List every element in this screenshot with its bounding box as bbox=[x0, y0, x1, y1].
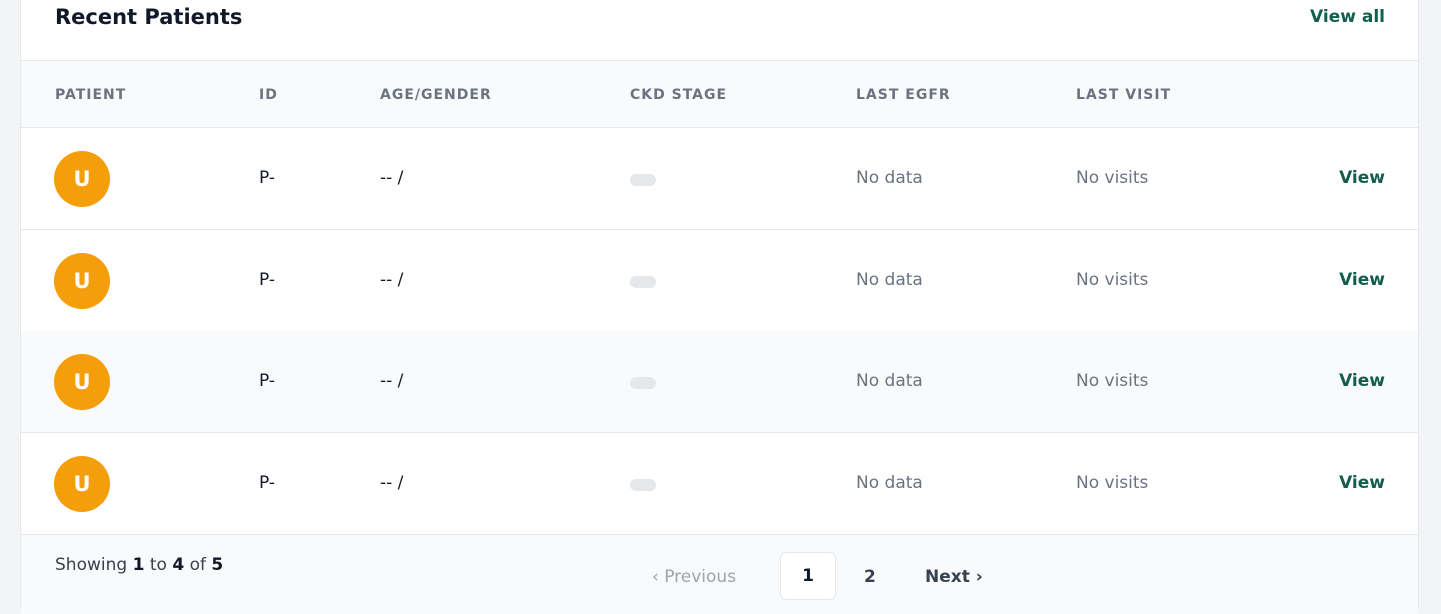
avatar: U bbox=[54, 456, 110, 512]
next-page-button[interactable]: Next › bbox=[925, 567, 983, 587]
ckd-stage-badge bbox=[630, 377, 656, 389]
page-2-button[interactable]: 2 bbox=[864, 567, 876, 587]
column-header-id: ID bbox=[259, 87, 278, 103]
last-egfr: No data bbox=[856, 168, 923, 188]
last-egfr: No data bbox=[856, 473, 923, 493]
table-row: U P- -- / No data No visits View bbox=[21, 433, 1418, 535]
ckd-stage-badge bbox=[630, 174, 656, 186]
age-gender: -- / bbox=[380, 371, 404, 391]
column-header-last-visit: LAST VISIT bbox=[1076, 87, 1172, 103]
showing-from: 1 bbox=[132, 555, 145, 575]
card-header: Recent Patients View all bbox=[21, 0, 1418, 61]
avatar: U bbox=[54, 151, 110, 207]
avatar: U bbox=[54, 354, 110, 410]
recent-patients-card: Recent Patients View all PATIENT ID AGE/… bbox=[20, 0, 1419, 614]
age-gender: -- / bbox=[380, 168, 404, 188]
pagination-footer: Showing 1 to 4 of 5 ‹ Previous 1 2 Next … bbox=[21, 534, 1418, 614]
ckd-stage-badge bbox=[630, 276, 656, 288]
showing-summary: Showing 1 to 4 of 5 bbox=[55, 555, 223, 575]
view-patient-link[interactable]: View bbox=[1339, 168, 1385, 188]
column-header-age-gender: AGE/GENDER bbox=[380, 87, 492, 103]
showing-total: 5 bbox=[211, 555, 224, 575]
table-row: U P- -- / No data No visits View bbox=[21, 128, 1418, 230]
showing-to-word: to bbox=[149, 555, 167, 575]
card-title: Recent Patients bbox=[55, 5, 243, 29]
column-header-ckd-stage: CKD STAGE bbox=[630, 87, 728, 103]
column-header-last-egfr: LAST EGFR bbox=[856, 87, 951, 103]
patient-id: P- bbox=[259, 473, 276, 493]
column-header-patient: PATIENT bbox=[55, 87, 127, 103]
patient-id: P- bbox=[259, 168, 276, 188]
page-1-button[interactable]: 1 bbox=[780, 552, 836, 600]
last-egfr: No data bbox=[856, 270, 923, 290]
age-gender: -- / bbox=[380, 473, 404, 493]
age-gender: -- / bbox=[380, 270, 404, 290]
table-header: PATIENT ID AGE/GENDER CKD STAGE LAST EGF… bbox=[21, 61, 1418, 128]
last-visit: No visits bbox=[1076, 168, 1149, 188]
avatar: U bbox=[54, 253, 110, 309]
showing-to: 4 bbox=[172, 555, 185, 575]
view-all-link[interactable]: View all bbox=[1310, 7, 1385, 27]
table-row: U P- -- / No data No visits View bbox=[21, 230, 1418, 332]
patient-id: P- bbox=[259, 270, 276, 290]
last-egfr: No data bbox=[856, 371, 923, 391]
showing-prefix: Showing bbox=[55, 555, 128, 575]
view-patient-link[interactable]: View bbox=[1339, 270, 1385, 290]
last-visit: No visits bbox=[1076, 371, 1149, 391]
last-visit: No visits bbox=[1076, 473, 1149, 493]
view-patient-link[interactable]: View bbox=[1339, 371, 1385, 391]
showing-of-word: of bbox=[189, 555, 206, 575]
previous-page-button[interactable]: ‹ Previous bbox=[652, 567, 736, 587]
ckd-stage-badge bbox=[630, 479, 656, 491]
table-row: U P- -- / No data No visits View bbox=[21, 331, 1418, 433]
last-visit: No visits bbox=[1076, 270, 1149, 290]
view-patient-link[interactable]: View bbox=[1339, 473, 1385, 493]
patient-id: P- bbox=[259, 371, 276, 391]
